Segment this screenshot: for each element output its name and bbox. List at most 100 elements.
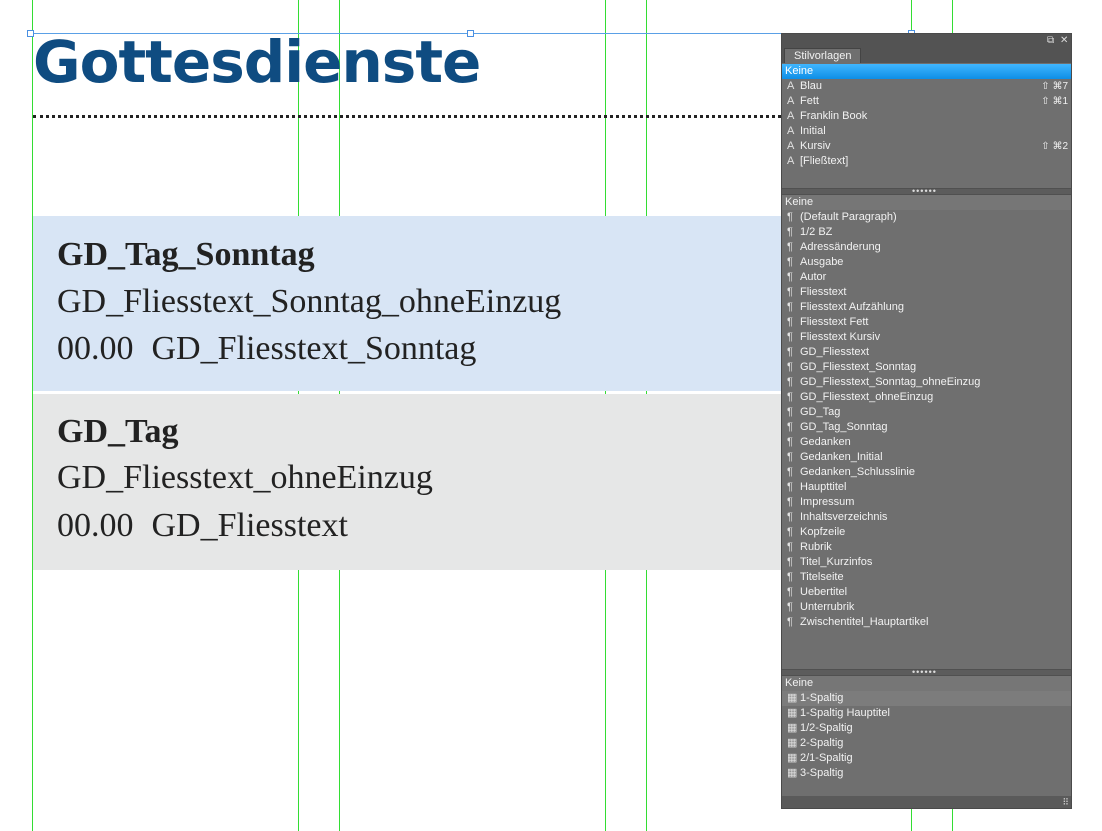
dotted-rule [33,115,793,118]
paragraph-style-item[interactable]: ¶ Unterrubrik [782,600,1071,615]
character-style-none[interactable]: Keine [782,64,1071,79]
paragraph-style-item[interactable]: ¶ GD_Fliesstext [782,345,1071,360]
paragraph-styles-section: Keine ¶ (Default Paragraph) ¶ 1/2 BZ ¶ Adress… [782,195,1071,630]
character-style-item[interactable]: A Initial [782,124,1071,139]
style-label: Zwischentitel_Hauptartikel [800,616,929,628]
paragraph-style-icon: ¶ [787,451,793,463]
style-label: 2/1-Spaltig [800,752,853,764]
paragraph-style-icon: ¶ [787,226,793,238]
object-style-item[interactable]: ▦ 2-Spaltig [782,736,1071,751]
character-style-item[interactable]: A Kursiv ⇧ ⌘2 [782,139,1071,154]
paragraph-style-none[interactable]: Keine [782,195,1071,210]
paragraph-style-item[interactable]: ¶ Titelseite [782,570,1071,585]
object-style-icon: ▦ [787,707,798,719]
close-icon[interactable]: ✕ [1060,34,1068,47]
sunday-text-frame[interactable]: GD_Tag_Sonntag GD_Fliesstext_Sonntag_ohn… [33,216,793,391]
tab-stilvorlagen[interactable]: Stilvorlagen [784,48,862,63]
object-style-item[interactable]: ▦ 1-Spaltig [782,691,1071,706]
paragraph-style-icon: ¶ [787,211,793,223]
panel-footer: ⠿ [782,796,1071,808]
style-label: 3-Spaltig [800,767,844,779]
paragraph-style-item[interactable]: ¶ Ausgabe [782,255,1071,270]
character-style-icon: A [787,155,795,167]
section-divider[interactable]: •••••• [782,186,1071,196]
style-label: Inhaltsverzeichnis [800,511,888,523]
paragraph-style-item[interactable]: ¶ Uebertitel [782,585,1071,600]
paragraph-style-icon: ¶ [787,286,793,298]
paragraph-style-item[interactable]: ¶ Kopfzeile [782,525,1071,540]
character-style-icon: A [787,80,795,92]
paragraph-style-item[interactable]: ¶ Haupttitel [782,480,1071,495]
paragraph-style-icon: ¶ [787,571,793,583]
style-label: 1-Spaltig [800,692,844,704]
style-label: GD_Fliesstext [800,346,870,358]
resize-grip-icon[interactable]: ⠿ [1062,796,1069,808]
paragraph-style-item[interactable]: ¶ Gedanken [782,435,1071,450]
paragraph-style-item[interactable]: ¶ Gedanken_Initial [782,450,1071,465]
paragraph-style-item[interactable]: ¶ Gedanken_Schlusslinie [782,465,1071,480]
paragraph-style-item[interactable]: ¶ (Default Paragraph) [782,210,1071,225]
paragraph-style-item[interactable]: ¶ Fliesstext Kursiv [782,330,1071,345]
object-style-item[interactable]: ▦ 2/1-Spaltig [782,751,1071,766]
paragraph-style-item[interactable]: ¶ Titel_Kurzinfos [782,555,1071,570]
object-style-list: ▦ 1-Spaltig ▦ 1-Spaltig Hauptitel ▦ 1/2-Spalt… [782,691,1071,781]
shortcut-label: ⇧ ⌘7 [1041,81,1068,92]
paragraph-style-item[interactable]: ¶ GD_Fliesstext_ohneEinzug [782,390,1071,405]
paragraph-style-item[interactable]: ¶ Autor [782,270,1071,285]
paragraph-style-icon: ¶ [787,301,793,313]
paragraph-style-icon: ¶ [787,406,793,418]
character-style-icon: A [787,140,795,152]
collapse-icon[interactable]: ⧉ [1047,34,1054,47]
paragraph-style-icon: ¶ [787,481,793,493]
paragraph-style-icon: ¶ [787,256,793,268]
character-style-item[interactable]: A Franklin Book [782,109,1071,124]
panel-titlebar[interactable]: ⧉ ✕ [782,34,1071,47]
weekday-heading: GD_Tag [57,413,179,450]
paragraph-style-icon: ¶ [787,391,793,403]
section-divider[interactable]: •••••• [782,667,1071,677]
object-style-icon: ▦ [787,722,798,734]
page-title[interactable]: Gottesdienste [33,22,481,102]
paragraph-style-item[interactable]: ¶ Zwischentitel_Hauptartikel [782,615,1071,630]
paragraph-style-icon: ¶ [787,601,793,613]
style-label: Uebertitel [800,586,848,598]
paragraph-style-item[interactable]: ¶ Fliesstext [782,285,1071,300]
object-styles-section: Keine ▦ 1-Spaltig ▦ 1-Spaltig Hauptitel ▦ 1/2… [782,676,1071,781]
style-label: Franklin Book [800,110,868,122]
object-style-item[interactable]: ▦ 1/2-Spaltig [782,721,1071,736]
style-label: GD_Fliesstext_Sonntag [800,361,917,373]
weekday-body-line: 00.00 GD_Fliesstext [57,506,348,546]
character-style-item[interactable]: A Fett ⇧ ⌘1 [782,94,1071,109]
style-label: Titel_Kurzinfos [800,556,873,568]
style-label: Gedanken [800,436,851,448]
sunday-heading: GD_Tag_Sonntag [57,236,315,273]
paragraph-style-item[interactable]: ¶ Adressänderung [782,240,1071,255]
object-style-none[interactable]: Keine [782,676,1071,691]
paragraph-style-item[interactable]: ¶ GD_Fliesstext_Sonntag [782,360,1071,375]
object-style-item[interactable]: ▦ 3-Spaltig [782,766,1071,781]
paragraph-style-item[interactable]: ¶ 1/2 BZ [782,225,1071,240]
sunday-body-no-indent: GD_Fliesstext_Sonntag_ohneEinzug [57,283,562,320]
object-style-item[interactable]: ▦ 1-Spaltig Hauptitel [782,706,1071,721]
paragraph-style-item[interactable]: ¶ GD_Tag_Sonntag [782,420,1071,435]
paragraph-style-item[interactable]: ¶ Fliesstext Fett [782,315,1071,330]
style-label: 2-Spaltig [800,737,844,749]
paragraph-style-item[interactable]: ¶ GD_Fliesstext_Sonntag_ohneEinzug [782,375,1071,390]
style-label: Initial [800,125,826,137]
style-label: Fett [800,95,819,107]
styles-panel[interactable]: ⧉ ✕ Stilvorlagen Keine A Blau ⇧ ⌘7 A Fett ⇧ ⌘… [781,33,1072,809]
weekday-text-frame[interactable]: GD_Tag GD_Fliesstext_ohneEinzug 00.00 GD_… [33,394,793,570]
paragraph-style-item[interactable]: ¶ Fliesstext Aufzählung [782,300,1071,315]
style-label: Fliesstext [800,286,847,298]
paragraph-style-item[interactable]: ¶ Rubrik [782,540,1071,555]
paragraph-style-item[interactable]: ¶ GD_Tag [782,405,1071,420]
object-style-icon: ▦ [787,752,798,764]
paragraph-style-item[interactable]: ¶ Inhaltsverzeichnis [782,510,1071,525]
paragraph-style-item[interactable]: ¶ Impressum [782,495,1071,510]
paragraph-style-icon: ¶ [787,556,793,568]
character-style-list: A Blau ⇧ ⌘7 A Fett ⇧ ⌘1 A Franklin Book A Initial… [782,79,1071,169]
character-style-item[interactable]: A [Fließtext] [782,154,1071,169]
style-label: (Default Paragraph) [800,211,897,223]
character-style-item[interactable]: A Blau ⇧ ⌘7 [782,79,1071,94]
weekday-body-text: GD_Fliesstext [151,507,348,544]
